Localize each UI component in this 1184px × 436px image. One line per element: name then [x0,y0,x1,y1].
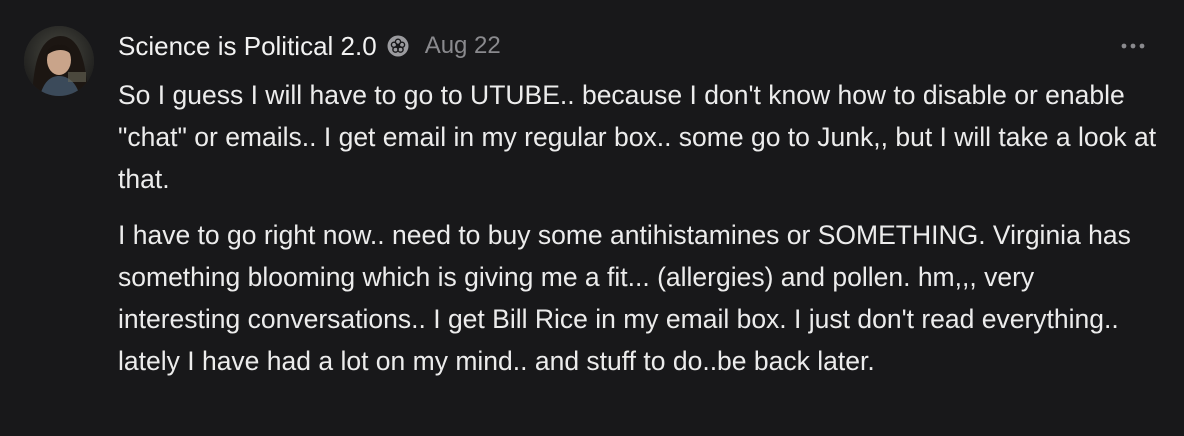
avatar-image [24,26,94,96]
more-options-button[interactable] [1118,34,1148,58]
comment-body: So I guess I will have to go to UTUBE.. … [118,74,1158,382]
comment-header: Science is Political 2.0 Aug 22 [118,28,501,64]
comment-paragraph: I have to go right now.. need to buy som… [118,220,1131,376]
comment: Science is Political 2.0 Aug 22 So I gue… [0,0,1184,436]
author-name[interactable]: Science is Political 2.0 [118,31,377,62]
comment-paragraph: So I guess I will have to go to UTUBE.. … [118,80,1157,194]
more-options-icon [1121,43,1145,49]
comment-date[interactable]: Aug 22 [425,32,501,60]
avatar[interactable] [24,26,94,96]
flower-badge-icon [387,35,409,57]
